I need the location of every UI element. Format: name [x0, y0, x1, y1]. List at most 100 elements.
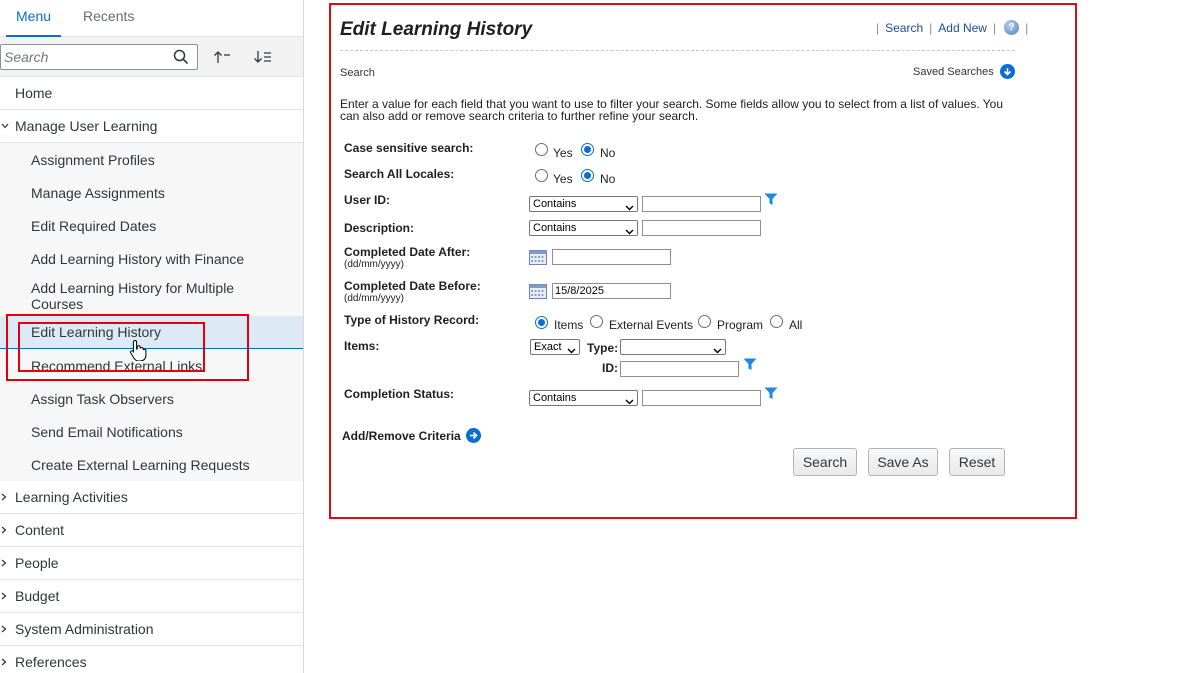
sidebar-submenu: Assignment Profiles Manage Assignments E… — [0, 143, 303, 481]
sidebar-item-label: References — [15, 654, 87, 670]
user-id-operator-select[interactable]: Contains — [529, 196, 638, 212]
instructions-text: Enter a value for each field that you wa… — [340, 97, 1004, 123]
sidebar-item-assign-task-observers[interactable]: Assign Task Observers — [0, 382, 303, 415]
sidebar-item-assignment-profiles[interactable]: Assignment Profiles — [0, 143, 303, 176]
description-label: Description: — [344, 221, 415, 235]
header-links: | Search | Add New | ? | — [876, 20, 1029, 35]
divider — [340, 50, 1015, 51]
history-type-all-radio[interactable] — [770, 315, 783, 328]
calendar-icon[interactable] — [529, 283, 547, 299]
history-type-label: Type of History Record: — [344, 313, 480, 327]
chevron-right-icon — [1, 559, 7, 569]
chevron-down-icon — [713, 344, 722, 358]
help-icon[interactable]: ? — [1004, 20, 1020, 35]
history-type-program-label: Program — [717, 318, 764, 332]
filter-icon[interactable] — [764, 387, 778, 405]
header-add-new-link[interactable]: Add New — [938, 21, 987, 35]
completion-status-input[interactable] — [642, 390, 761, 406]
saved-searches-label: Saved Searches — [913, 65, 994, 78]
sidebar-item-add-learning-history-finance[interactable]: Add Learning History with Finance — [0, 242, 303, 275]
reset-button[interactable]: Reset — [949, 448, 1005, 476]
description-operator-select[interactable]: Contains — [529, 220, 638, 236]
sidebar-item-label: Budget — [15, 588, 60, 604]
chevron-down-icon — [625, 225, 634, 239]
sidebar-item-label: Learning Activities — [15, 489, 128, 505]
sidebar-search-input[interactable] — [1, 45, 171, 69]
completed-after-input[interactable] — [552, 249, 671, 265]
case-sensitive-no-label: No — [600, 146, 616, 160]
hand-cursor-icon — [129, 339, 147, 366]
history-type-program-radio[interactable] — [698, 315, 711, 328]
sidebar-item-send-email-notifications[interactable]: Send Email Notifications — [0, 415, 303, 448]
filter-icon[interactable] — [743, 358, 757, 376]
sidebar-item-manage-assignments[interactable]: Manage Assignments — [0, 176, 303, 209]
header-search-link[interactable]: Search — [885, 21, 923, 35]
case-sensitive-yes-radio[interactable] — [535, 143, 548, 156]
completed-after-label: Completed Date After: — [344, 245, 471, 259]
completion-status-operator-select[interactable]: Contains — [529, 390, 638, 406]
chevron-down-icon — [625, 395, 634, 409]
sidebar-item-system-administration[interactable]: System Administration — [0, 613, 303, 646]
sidebar-item-label: Add Learning History for Multiple Course… — [31, 280, 235, 312]
user-id-label: User ID: — [344, 193, 391, 207]
tab-menu[interactable]: Menu — [0, 0, 67, 37]
all-locales-no-radio[interactable] — [581, 169, 594, 182]
select-value: Contains — [533, 392, 577, 404]
sidebar-item-label: Home — [15, 85, 53, 101]
case-sensitive-yes-label: Yes — [553, 146, 573, 160]
sidebar-item-references[interactable]: References — [0, 646, 303, 673]
sidebar-item-people[interactable]: People — [0, 547, 303, 580]
sidebar-item-add-learning-history-multiple[interactable]: Add Learning History for Multiple Course… — [0, 275, 303, 316]
sort-ascending-icon[interactable] — [210, 46, 236, 68]
search-icon[interactable] — [173, 49, 189, 70]
saved-searches-link[interactable]: Saved Searches — [913, 64, 1015, 79]
history-type-external-events-radio[interactable] — [590, 315, 603, 328]
tab-recents[interactable]: Recents — [67, 0, 150, 37]
sort-descending-icon[interactable] — [250, 46, 276, 68]
chevron-right-icon — [1, 526, 7, 536]
completed-before-format: (dd/mm/yyyy) — [344, 293, 404, 304]
sidebar-item-home[interactable]: Home — [0, 77, 303, 110]
sidebar-item-manage-user-learning[interactable]: Manage User Learning — [0, 110, 303, 143]
case-sensitive-no-radio[interactable] — [581, 143, 594, 156]
history-type-items-label: Items — [554, 318, 584, 332]
sidebar-item-create-external-learning-requests[interactable]: Create External Learning Requests — [0, 448, 303, 481]
criteria-label: Add/Remove Criteria — [342, 428, 461, 443]
sidebar-item-label: People — [15, 555, 59, 571]
items-type-select[interactable] — [620, 339, 726, 355]
sidebar-item-label: Manage User Learning — [15, 118, 158, 134]
history-type-external-events-label: External Events — [609, 318, 694, 332]
chevron-down-icon — [567, 344, 576, 358]
chevron-right-icon — [1, 493, 7, 503]
items-operator-select[interactable]: Exact — [530, 339, 580, 355]
all-locales-yes-radio[interactable] — [535, 169, 548, 182]
sidebar-item-content[interactable]: Content — [0, 514, 303, 547]
sidebar-item-label: Content — [15, 522, 65, 538]
page-title: Edit Learning History — [340, 19, 533, 40]
add-remove-criteria-link[interactable]: Add/Remove Criteria — [342, 428, 481, 443]
all-locales-yes-label: Yes — [553, 172, 573, 186]
all-locales-label: Search All Locales: — [344, 167, 455, 181]
user-id-input[interactable] — [642, 196, 761, 212]
arrow-down-icon — [999, 64, 1015, 79]
items-id-input[interactable] — [620, 361, 739, 377]
completed-before-label: Completed Date Before: — [344, 279, 481, 293]
select-value: Exact — [534, 341, 562, 353]
sidebar-search — [0, 44, 198, 70]
sidebar-item-learning-activities[interactable]: Learning Activities — [0, 481, 303, 514]
chevron-right-icon — [1, 592, 7, 602]
items-type-label: Type: — [587, 341, 619, 355]
completed-before-input[interactable]: 15/8/2025 — [552, 283, 671, 299]
chevron-right-icon — [1, 658, 7, 668]
save-as-button[interactable]: Save As — [868, 448, 938, 476]
filter-icon[interactable] — [764, 193, 778, 211]
sidebar-item-edit-required-dates[interactable]: Edit Required Dates — [0, 209, 303, 242]
history-type-items-radio[interactable] — [535, 316, 548, 329]
search-button[interactable]: Search — [793, 448, 857, 476]
highlight-outline-inner — [18, 322, 205, 372]
description-input[interactable] — [642, 220, 761, 236]
items-label: Items: — [344, 339, 380, 353]
calendar-icon[interactable] — [529, 249, 547, 265]
sidebar: Menu Recents Home Manage User Learning A… — [0, 0, 304, 673]
sidebar-item-budget[interactable]: Budget — [0, 580, 303, 613]
